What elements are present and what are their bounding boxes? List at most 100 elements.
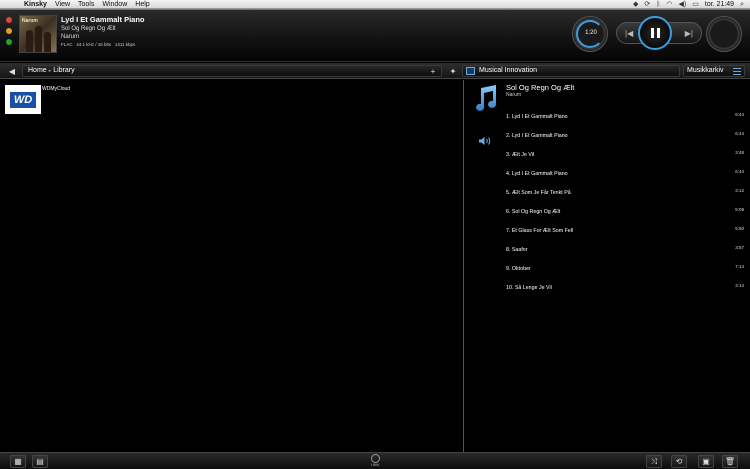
track-row[interactable]: 7. Et Glass For Ælt Som Fell 5:50 [506, 224, 744, 243]
dropbox-icon[interactable]: ◆ [633, 0, 638, 9]
sync-icon[interactable]: ⟳ [644, 0, 650, 9]
menu-view[interactable]: View [55, 0, 70, 9]
breadcrumb-home[interactable]: Home [28, 67, 47, 74]
track-album: Sol Og Regn Og Ælt [61, 26, 116, 32]
track-duration: 3:12 [735, 188, 744, 193]
next-track-icon[interactable]: ▶| [685, 29, 693, 38]
source-label: Musikkarkiv [687, 67, 724, 74]
repeat-icon[interactable]: ⟲ [671, 455, 687, 468]
track-name: 1. Lyd I Et Gammalt Piano [506, 114, 568, 120]
bluetooth-icon[interactable]: ᛒ [656, 0, 660, 9]
library-item-label: WDMyCloud [42, 86, 71, 92]
track-name: 9. Oktober [506, 266, 531, 272]
track-duration: 5:50 [735, 226, 744, 231]
album-title: Sol Og Regn Og Ælt [506, 83, 575, 92]
cover-figure [35, 26, 42, 52]
track-name: 8. Saafor [506, 247, 528, 253]
track-format-line: FLAC 44.1 kHz / 16 bits 1411 kbps [61, 41, 145, 49]
menubar-clock[interactable]: tor. 21:49 [705, 0, 734, 9]
transport-controls: 1:20 |◀ ▶| [572, 16, 742, 56]
linn-logo: LINN [368, 454, 382, 468]
track-duration: 3:57 [735, 245, 744, 250]
track-duration: 7:14 [735, 264, 744, 269]
list-icon[interactable] [733, 68, 741, 75]
track-list: 1. Lyd I Et Gammalt Piano 6:44 2. Lyd I E… [506, 110, 744, 300]
bottom-bar: ▦ ▤ LINN ⤨ ⟲ ▣ 🗑 [0, 452, 750, 469]
playlist-pane: Sol Og Regn Og Ælt Narum 1. Lyd I Et Gam… [464, 80, 750, 452]
trash-icon[interactable]: 🗑 [722, 455, 738, 468]
wifi-icon[interactable]: ◠ [666, 0, 672, 9]
track-name: 4. Lyd I Et Gammalt Piano [506, 171, 568, 177]
track-row[interactable]: 4. Lyd I Et Gammalt Piano 6:44 [506, 167, 744, 186]
track-artist: Narum [61, 34, 80, 40]
track-row[interactable]: 6. Sol Og Regn Og Ælt 5:09 [506, 205, 744, 224]
source-selector[interactable]: Musikkarkiv [683, 65, 745, 77]
previous-track-icon[interactable]: |◀ [625, 29, 633, 38]
track-name: 3. Ælt Je Vil [506, 152, 535, 158]
track-name: 6. Sol Og Regn Og Ælt [506, 209, 561, 215]
track-duration: 3:14 [735, 283, 744, 288]
track-duration: 6:44 [735, 169, 744, 174]
track-row[interactable]: 9. Oktober 7:14 [506, 262, 744, 281]
track-title: Lyd I Et Gammalt Piano [61, 15, 145, 24]
cover-figure [44, 32, 51, 52]
room-icon [466, 67, 475, 75]
wd-logo: WD [5, 85, 41, 114]
album-cover: Narum [19, 15, 57, 53]
track-row[interactable]: 3. Ælt Je Vil 3:48 [506, 148, 744, 167]
breadcrumb: Home ▸ Library [22, 65, 442, 77]
track-duration: 6:44 [735, 131, 744, 136]
track-info: Lyd I Et Gammalt Piano Sol Og Regn Og Æl… [61, 15, 145, 49]
track-format: FLAC [61, 42, 73, 47]
playlist-save-icon[interactable]: ▤ [32, 455, 48, 468]
app-menus: Kinsky View Tools Window Help [24, 0, 150, 9]
add-button[interactable]: + [428, 65, 438, 77]
pause-icon [650, 28, 660, 38]
breadcrumb-separator-icon: ▸ [48, 68, 52, 74]
close-window-button[interactable] [6, 17, 12, 23]
track-row[interactable]: 5. Ælt Som Je Får Tenkt På 3:12 [506, 186, 744, 205]
grid-view-icon[interactable]: ▦ [10, 455, 26, 468]
menu-help[interactable]: Help [135, 0, 149, 9]
track-row[interactable]: 8. Saafor 3:57 [506, 243, 744, 262]
browser-toolbar: ◀ Home ▸ Library + ✦ Musical Innovation Mu… [0, 63, 750, 79]
menubar-status-area: ◆ ⟳ ᛒ ◠ ◀) ▭ tor. 21:49 ⌕ [633, 0, 744, 9]
pin-icon[interactable]: ✦ [447, 65, 459, 77]
album-artist: Narum [506, 92, 522, 98]
linn-logo-text: LINN [371, 463, 379, 467]
breadcrumb-library[interactable]: Library [53, 67, 74, 74]
library-item[interactable]: WD WDMyCloud [5, 85, 70, 115]
battery-icon[interactable]: ▭ [692, 0, 699, 9]
window-controls [6, 17, 12, 45]
elapsed-time: 1:20 [585, 30, 597, 36]
zoom-window-button[interactable] [6, 39, 12, 45]
track-name: 2. Lyd I Et Gammalt Piano [506, 133, 568, 139]
menu-tools[interactable]: Tools [78, 0, 94, 9]
pause-button[interactable] [638, 16, 672, 50]
track-row[interactable]: 10. Så Lenge Je Vil 3:14 [506, 281, 744, 300]
track-duration: 6:44 [735, 112, 744, 117]
linn-logo-circle [370, 454, 380, 463]
kinsky-window: Narum Lyd I Et Gammalt Piano Sol Og Regn… [0, 10, 750, 469]
save-disk-icon[interactable]: ▣ [698, 455, 714, 468]
now-playing-speaker-icon [479, 137, 491, 145]
shuffle-icon[interactable]: ⤨ [646, 455, 662, 468]
menu-window[interactable]: Window [102, 0, 127, 9]
volume-icon[interactable]: ◀) [679, 0, 687, 9]
now-playing-bar: Narum Lyd I Et Gammalt Piano Sol Og Regn… [0, 10, 750, 62]
track-duration: 5:09 [735, 207, 744, 212]
volume-dial[interactable] [706, 16, 742, 52]
room-selector[interactable]: Musical Innovation [462, 65, 680, 77]
mac-menubar: Kinsky View Tools Window Help ◆ ⟳ ᛒ ◠ ◀)… [0, 0, 750, 9]
back-arrow-icon[interactable]: ◀ [6, 65, 18, 77]
cover-figure [26, 30, 33, 52]
seek-dial[interactable]: 1:20 [572, 16, 608, 52]
track-sample-rate: 44.1 kHz / 16 bits [76, 42, 112, 47]
track-row[interactable]: 2. Lyd I Et Gammalt Piano 6:44 [506, 129, 744, 148]
track-duration: 3:48 [735, 150, 744, 155]
minimize-window-button[interactable] [6, 28, 12, 34]
menu-app-name[interactable]: Kinsky [24, 0, 47, 9]
spotlight-icon[interactable]: ⌕ [740, 0, 744, 9]
track-row[interactable]: 1. Lyd I Et Gammalt Piano 6:44 [506, 110, 744, 129]
screen: Kinsky View Tools Window Help ◆ ⟳ ᛒ ◠ ◀)… [0, 0, 750, 469]
